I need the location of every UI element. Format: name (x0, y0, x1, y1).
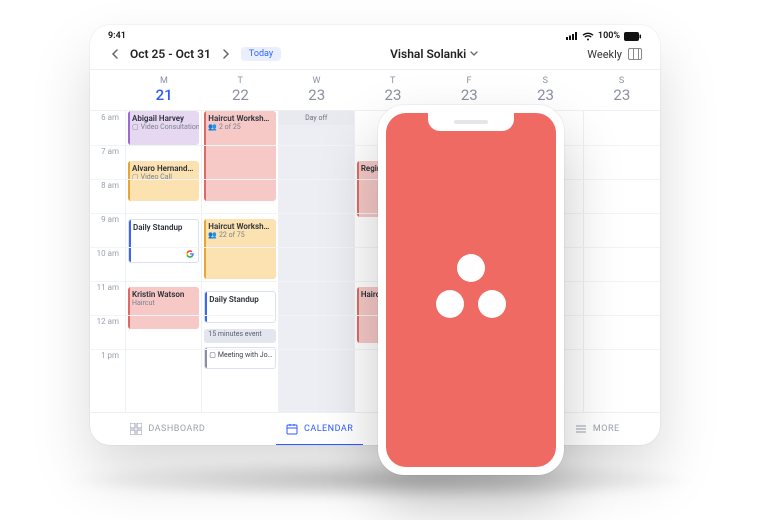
today-button[interactable]: Today (241, 47, 281, 61)
calendar-toolbar: Oct 25 - Oct 31 Today Vishal Solanki Wee… (90, 43, 660, 69)
view-mode-label: Weekly (587, 48, 622, 61)
user-selector[interactable]: Vishal Solanki (390, 47, 478, 61)
status-icons: 100% (566, 31, 642, 41)
days-header: M 21 T 22 W 23 T 23 F 23 S 23 (90, 69, 660, 111)
calendar-icon (286, 423, 298, 435)
day-header-wed[interactable]: W 23 (279, 70, 355, 110)
group-icon: 👥 (208, 231, 217, 239)
status-time: 9:41 (108, 31, 126, 41)
event[interactable]: 15 minutes event (204, 329, 275, 343)
day-col-mon[interactable]: Abigail Harvey ▢Video Consultations Alva… (126, 111, 202, 412)
calendar-grid[interactable]: 6 am 7 am 8 am 9 am 10 am 11 am 12 am 1 … (90, 111, 660, 412)
day-header-sat[interactable]: S 23 (507, 70, 583, 110)
battery-percent: 100% (598, 31, 620, 41)
tab-calendar[interactable]: CALENDAR (280, 421, 359, 437)
bottom-tabbar: DASHBOARD CALENDAR ACTIVITY MORE (90, 412, 660, 445)
day-col-sun[interactable] (584, 111, 660, 412)
chevron-down-icon (470, 51, 478, 57)
phone-notch (428, 113, 514, 131)
tab-more[interactable]: MORE (569, 421, 626, 437)
event[interactable]: Haircut Workshops 👥2 of 25 (204, 111, 275, 201)
day-header-sun[interactable]: S 23 (584, 70, 660, 110)
day-header-fri[interactable]: F 23 (431, 70, 507, 110)
day-col-tue[interactable]: Haircut Workshops 👥2 of 25 Haircut Works… (202, 111, 278, 412)
group-icon: 👥 (208, 123, 217, 131)
date-range-label: Oct 25 - Oct 31 (130, 47, 211, 61)
google-icon (185, 249, 195, 259)
day-header-tue[interactable]: T 22 (202, 70, 278, 110)
menu-icon (575, 423, 587, 435)
allday-event[interactable]: Day off (279, 111, 354, 125)
phone-frame (378, 105, 564, 475)
view-mode-selector[interactable]: Weekly (587, 48, 642, 61)
wifi-icon (582, 32, 594, 41)
event[interactable]: Daily Standup (204, 291, 275, 323)
event[interactable]: Alvaro Hernandez ▢Video Call (128, 161, 199, 201)
prev-week-button[interactable] (108, 47, 122, 61)
day-header-thu[interactable]: T 23 (355, 70, 431, 110)
battery-icon (624, 32, 642, 41)
dashboard-icon (130, 423, 142, 435)
tablet-frame: 9:41 100% Oct 25 - Oct 31 (90, 25, 660, 445)
user-name: Vishal Solanki (390, 47, 466, 61)
phone-screen (386, 113, 556, 467)
columns-icon (628, 48, 642, 60)
event[interactable]: Abigail Harvey ▢Video Consultations (128, 111, 199, 145)
tab-dashboard[interactable]: DASHBOARD (124, 421, 211, 437)
event[interactable]: Haircut Workshops 👥22 of 75 (204, 219, 275, 279)
video-icon: ▢ (132, 123, 139, 131)
day-header-mon[interactable]: M 21 (126, 70, 202, 110)
video-icon: ▢ (209, 351, 216, 359)
event[interactable]: Daily Standup (128, 219, 199, 263)
status-bar: 9:41 100% (90, 25, 660, 43)
event[interactable]: ▢Meeting with Jo… (204, 347, 275, 369)
time-gutter: 6 am 7 am 8 am 9 am 10 am 11 am 12 am 1 … (90, 111, 126, 412)
event[interactable]: Kristin Watson Haircut (128, 287, 199, 329)
ground-shadow (60, 460, 700, 500)
video-icon: ▢ (132, 173, 139, 181)
next-week-button[interactable] (219, 47, 233, 61)
signal-icon (566, 32, 578, 40)
day-col-wed[interactable]: Day off (279, 111, 355, 412)
app-logo-icon (432, 254, 510, 326)
